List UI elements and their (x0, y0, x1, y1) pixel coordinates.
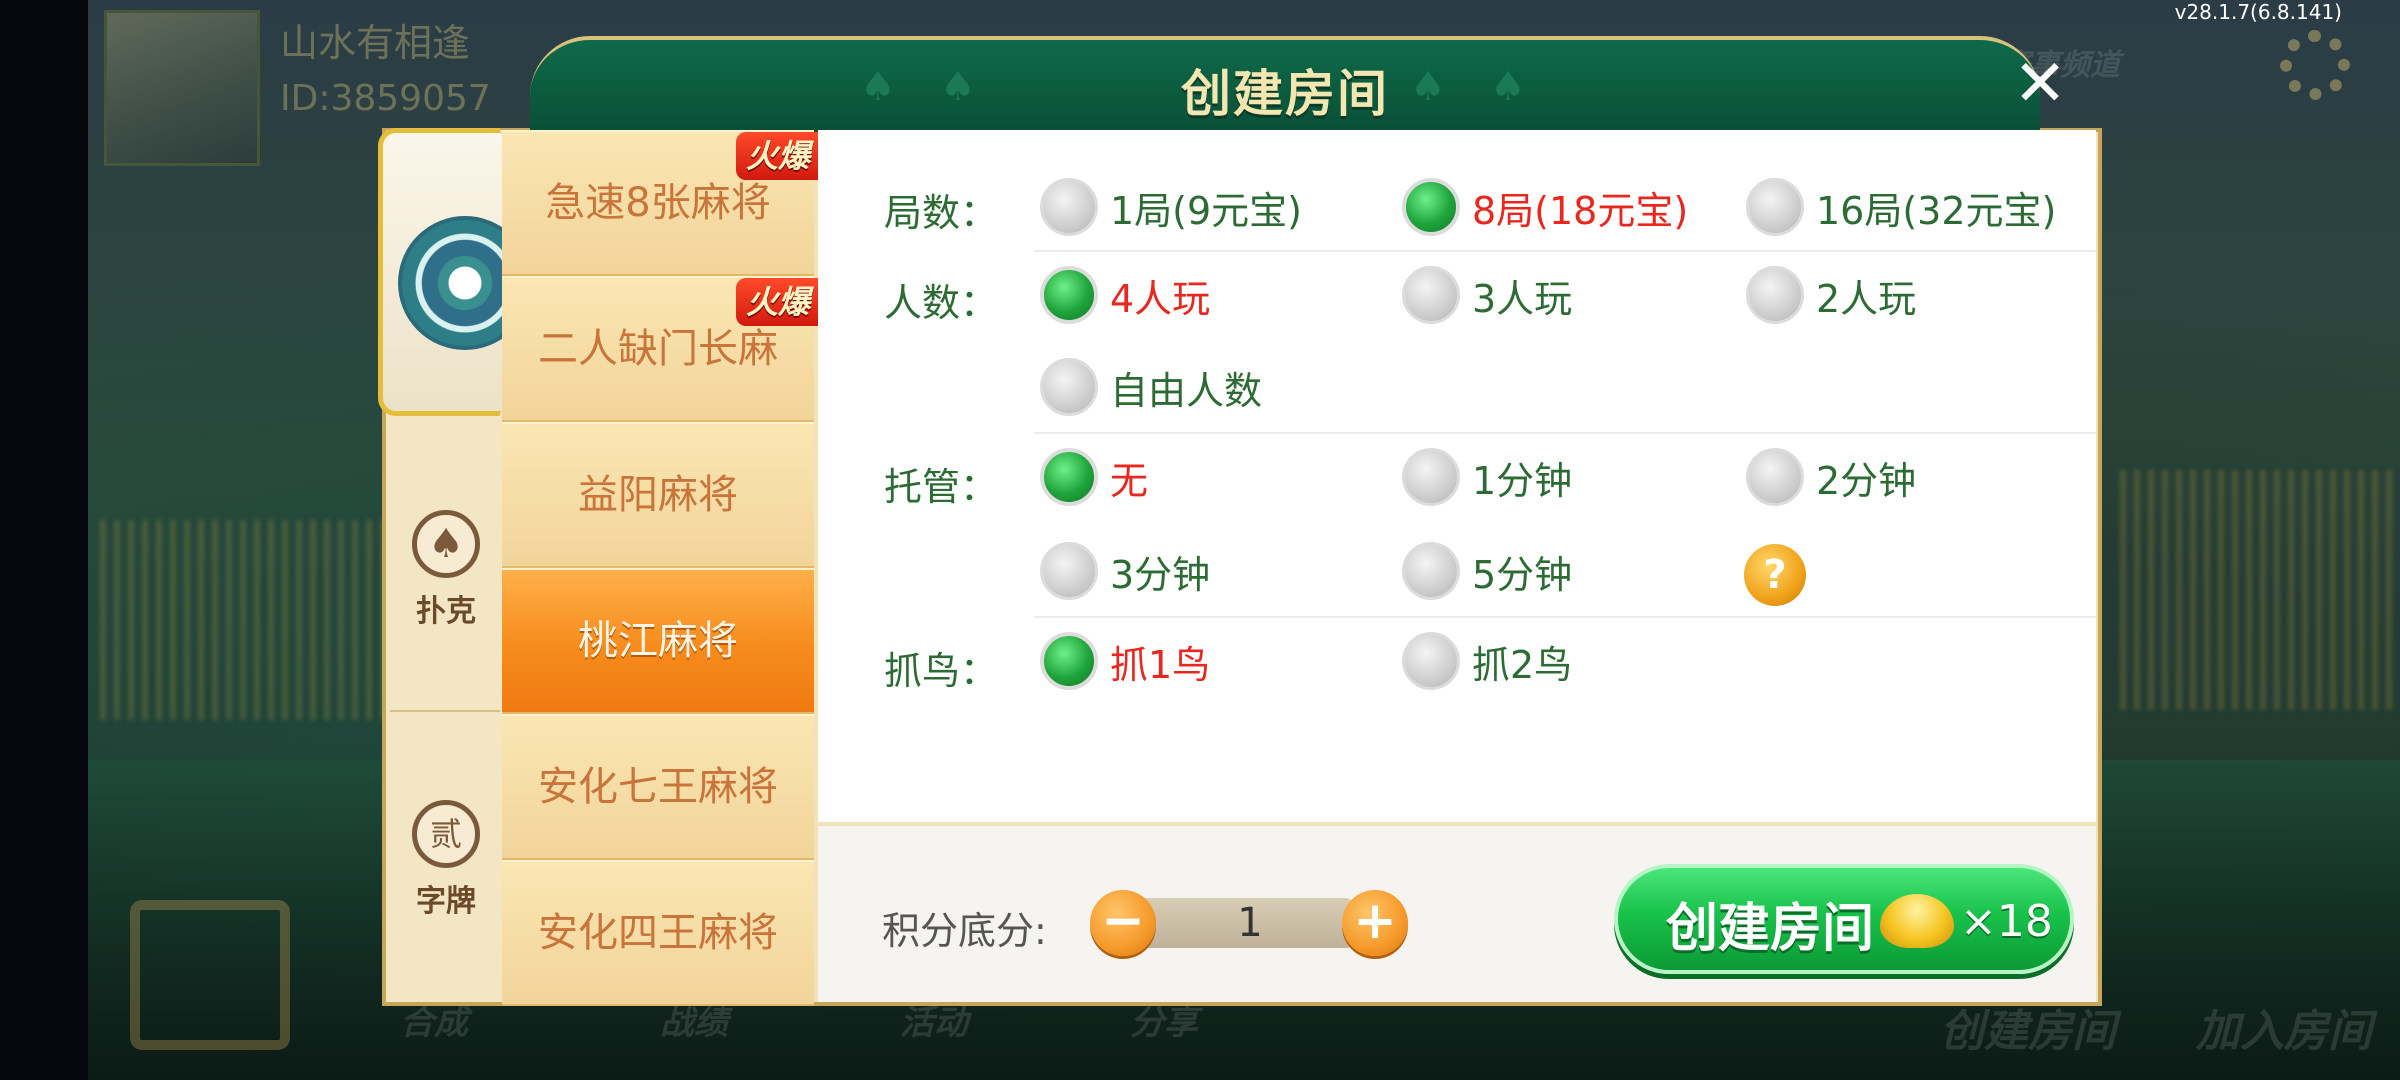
rounds-option-8[interactable]: 8局(18元宝) (1402, 178, 1688, 236)
birds-option-1[interactable]: 抓1鸟 (1040, 632, 1210, 690)
radio-button (1040, 358, 1098, 416)
option-text: 无 (1110, 458, 1149, 503)
row-divider (1034, 250, 2096, 252)
category-tab-poker[interactable]: ♠ 扑克 (390, 510, 502, 630)
players-option-free[interactable]: 自由人数 (1040, 358, 1262, 416)
players-option-3[interactable]: 3人玩 (1402, 266, 1572, 324)
option-text: 8局(18元宝) (1472, 188, 1689, 233)
birds-option-2[interactable]: 抓2鸟 (1402, 632, 1572, 690)
radio-button-selected (1040, 266, 1098, 324)
screen-edge (0, 0, 88, 1080)
autoplay-option-1min[interactable]: 1分钟 (1402, 448, 1572, 506)
radio-button (1040, 178, 1098, 236)
radio-button (1040, 542, 1098, 600)
plus-button[interactable]: + (1342, 890, 1408, 956)
radio-button (1746, 178, 1804, 236)
create-room-cost: ×18 (1960, 896, 2053, 947)
spade-icon: ♠ (412, 510, 480, 578)
option-text: 3人玩 (1472, 276, 1573, 321)
close-button[interactable]: ✕ (2010, 52, 2070, 116)
autoplay-option-2min[interactable]: 2分钟 (1746, 448, 1916, 506)
game-item-taojiang[interactable]: 桃江麻将 (502, 568, 814, 714)
version-label: v28.1.7(6.8.141) (2174, 0, 2342, 24)
shop-cart-icon[interactable] (130, 900, 290, 1050)
player-avatar[interactable] (104, 10, 260, 166)
game-item-label: 二人缺门长麻 (538, 326, 778, 372)
option-text: 1局(9元宝) (1110, 188, 1303, 233)
help-question-icon[interactable]: ? (1744, 544, 1806, 606)
dialog-title-bar: ♠ ♠ ♠ ♠ 创建房间 (530, 36, 2040, 136)
option-text: 1分钟 (1472, 458, 1573, 503)
option-text: 16局(32元宝) (1816, 188, 2057, 233)
players-label: 人数： (884, 281, 999, 325)
row-divider (1034, 432, 2096, 434)
row-divider (1034, 616, 2096, 618)
players-option-2[interactable]: 2人玩 (1746, 266, 1916, 324)
category-label-poker: 扑克 (416, 594, 476, 629)
radio-button (1402, 266, 1460, 324)
game-item-label: 益阳麻将 (578, 472, 738, 518)
autoplay-option-none[interactable]: 无 (1040, 448, 1148, 506)
bottom-join-room-ghost: 加入房间 (2196, 1006, 2372, 1057)
radio-button (1402, 448, 1460, 506)
game-item-anhua-siwang[interactable]: 安化四王麻将 (502, 860, 814, 1006)
option-text: 抓2鸟 (1472, 642, 1573, 687)
autoplay-option-3min[interactable]: 3分钟 (1040, 542, 1210, 600)
birds-label: 抓鸟： (884, 649, 999, 693)
er-tile-icon: 贰 (412, 800, 480, 868)
option-text: 自由人数 (1110, 368, 1263, 413)
option-text: 抓1鸟 (1110, 642, 1211, 687)
radio-button (1402, 632, 1460, 690)
category-label-zipai: 字牌 (416, 884, 476, 919)
radio-button (1402, 542, 1460, 600)
option-text: 2人玩 (1816, 276, 1917, 321)
category-divider (390, 710, 500, 712)
game-item-erren-quemen[interactable]: 二人缺门长麻 火爆 (502, 276, 820, 422)
option-text: 5分钟 (1472, 552, 1573, 597)
hot-badge: 火爆 (735, 132, 820, 180)
players-option-4[interactable]: 4人玩 (1040, 266, 1210, 324)
stadium-stands-right (2120, 470, 2400, 710)
player-id: ID:3859057 (280, 78, 491, 119)
radio-button (1746, 448, 1804, 506)
radio-button-selected (1402, 178, 1460, 236)
radio-button (1746, 266, 1804, 324)
create-room-button[interactable]: 创建房间 ×18 (1614, 864, 2074, 974)
option-text: 4人玩 (1110, 276, 1211, 321)
base-score-value: 1 (1237, 900, 1263, 946)
hot-badge: 火爆 (735, 278, 820, 326)
option-text: 3分钟 (1110, 552, 1211, 597)
game-list: 急速8张麻将 火爆 二人缺门长麻 火爆 益阳麻将 桃江麻将 安化七王麻将 安化四… (502, 130, 820, 1006)
game-item-label: 安化四王麻将 (538, 910, 778, 956)
stadium-stands-left (100, 520, 400, 720)
create-room-label: 创建房间 (1666, 899, 1875, 959)
radio-button-selected (1040, 632, 1098, 690)
rounds-option-16[interactable]: 16局(32元宝) (1746, 178, 2056, 236)
radio-button-selected (1040, 448, 1098, 506)
autoplay-label: 托管： (884, 465, 999, 509)
option-text: 2分钟 (1816, 458, 1917, 503)
game-item-label: 安化七王麻将 (538, 764, 778, 810)
rounds-label: 局数： (884, 191, 999, 235)
gear-icon[interactable] (2280, 30, 2350, 100)
player-name: 山水有相逢 (280, 21, 471, 65)
game-item-jisu-8[interactable]: 急速8张麻将 火爆 (502, 130, 820, 276)
dialog-title: 创建房间 (1181, 65, 1389, 123)
autoplay-option-5min[interactable]: 5分钟 (1402, 542, 1572, 600)
category-tab-zipai[interactable]: 贰 字牌 (390, 800, 502, 920)
game-item-label: 桃江麻将 (578, 618, 738, 664)
game-item-yiyang[interactable]: 益阳麻将 (502, 422, 814, 568)
minus-button[interactable]: − (1090, 890, 1156, 956)
game-item-label: 急速8张麻将 (545, 180, 771, 226)
base-score-label: 积分底分: (882, 909, 1047, 953)
gold-ingot-icon (1880, 894, 1954, 948)
game-item-anhua-qiwang[interactable]: 安化七王麻将 (502, 714, 814, 860)
rounds-option-1[interactable]: 1局(9元宝) (1040, 178, 1302, 236)
